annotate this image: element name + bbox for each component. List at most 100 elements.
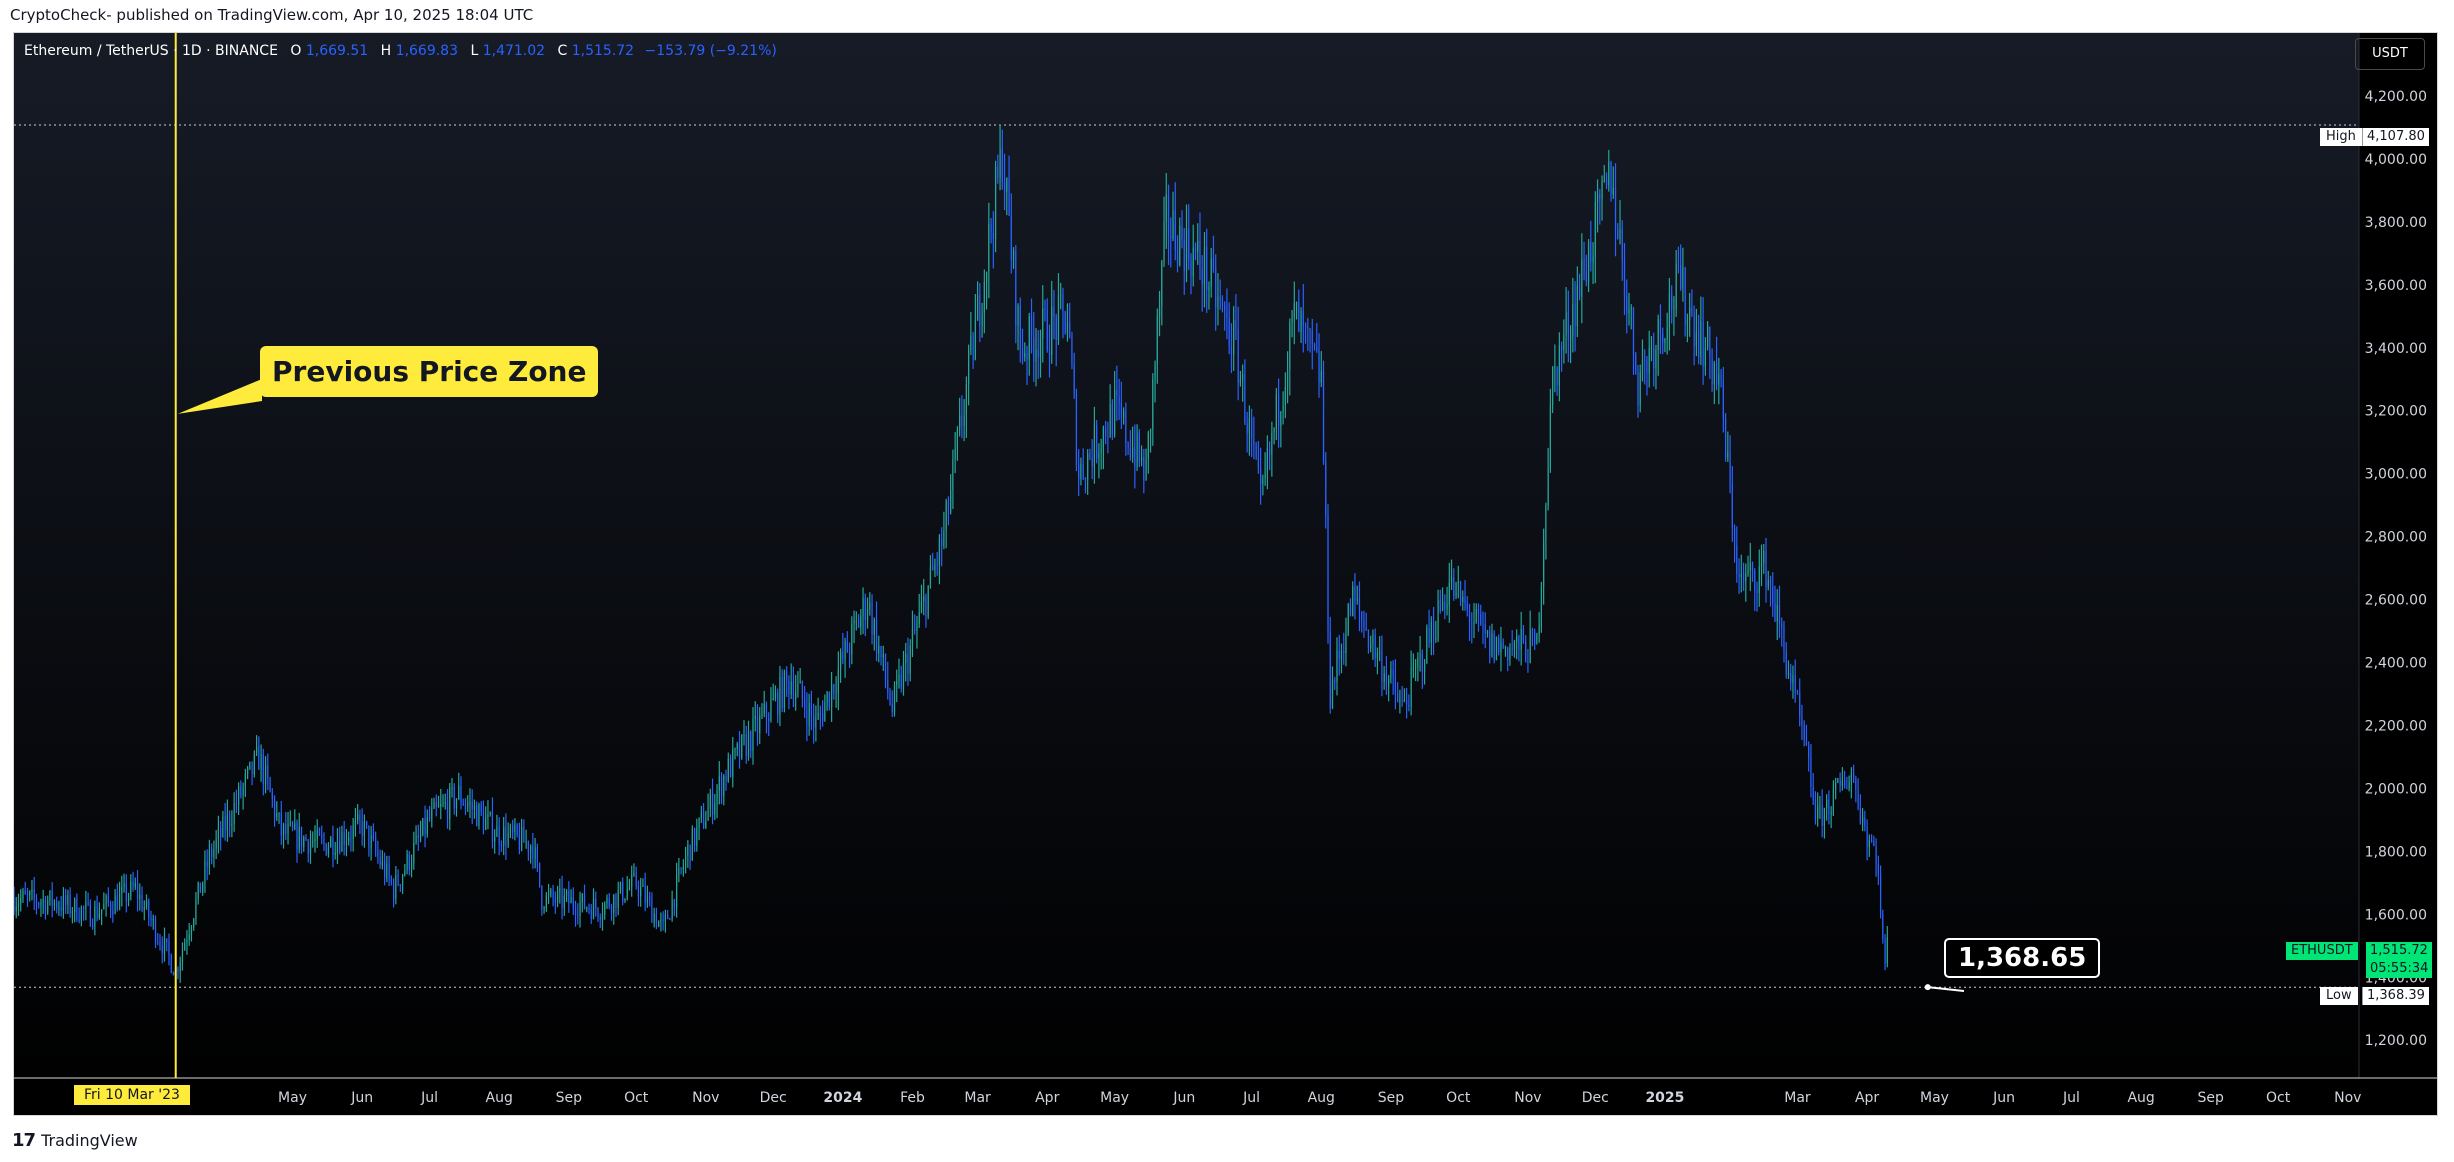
candle-body xyxy=(415,835,417,843)
candle-body xyxy=(1617,229,1619,239)
candle-body xyxy=(545,895,547,909)
candle-body xyxy=(159,941,161,946)
x-tick-label: Nov xyxy=(2334,1090,2361,1106)
candle-body xyxy=(570,897,572,904)
candle-body xyxy=(67,894,69,906)
candle-body xyxy=(1428,627,1430,643)
candle-body xyxy=(406,853,408,871)
candle-body xyxy=(1581,259,1583,297)
candle-body xyxy=(747,731,750,757)
candle-body xyxy=(1621,229,1623,261)
candle-body xyxy=(1441,601,1444,612)
candle-body xyxy=(628,887,631,889)
candle-body xyxy=(1466,603,1468,610)
candle-body xyxy=(1194,247,1197,253)
candle-body xyxy=(685,855,687,867)
chart-pane[interactable]: 1,200.00 1,400.00 1,600.00 1,800.00 2,000.00… xyxy=(13,32,2438,1116)
candle-body xyxy=(379,856,381,866)
candle-body xyxy=(1850,773,1852,783)
x-tick-label: Nov xyxy=(1514,1090,1541,1106)
candle-body xyxy=(1648,347,1650,374)
candle-body xyxy=(920,601,923,612)
x-tick-label: May xyxy=(1100,1090,1129,1106)
candle-body xyxy=(738,744,741,758)
open-label: O xyxy=(290,43,302,59)
candle-body xyxy=(20,898,22,904)
candle-body xyxy=(974,319,976,360)
candle-body xyxy=(853,620,855,624)
candle-body xyxy=(1601,180,1603,200)
candle-body xyxy=(1518,636,1520,650)
annotation-label[interactable]: Previous Price Zone xyxy=(260,346,599,397)
y-tick-label: 2,200.00 xyxy=(2365,718,2427,734)
candle-body xyxy=(1641,360,1644,373)
candle-body xyxy=(954,448,956,460)
candle-body xyxy=(489,812,491,814)
candle-body xyxy=(1300,311,1302,332)
candle-body xyxy=(676,874,678,908)
candle-body xyxy=(1367,630,1370,648)
candle-body xyxy=(709,792,711,808)
candle-body xyxy=(101,909,103,914)
y-tick-label: 3,800.00 xyxy=(2365,215,2427,231)
candle-body xyxy=(682,866,684,870)
candle-body xyxy=(1502,642,1504,648)
candle-body xyxy=(1170,236,1172,239)
candle-body xyxy=(1498,637,1500,653)
candle-body xyxy=(244,774,246,787)
candle-body xyxy=(646,896,649,903)
candle-body xyxy=(1286,369,1289,388)
candle-body xyxy=(312,841,314,843)
candle-body xyxy=(289,823,291,825)
tradingview-logo-icon: 17 xyxy=(12,1130,36,1151)
candle-body xyxy=(1491,633,1493,656)
candle-body xyxy=(1228,317,1230,346)
currency-button[interactable]: USDT xyxy=(2355,38,2425,70)
candle-body xyxy=(857,620,860,628)
candle-body xyxy=(1100,448,1102,453)
candle-body xyxy=(943,530,945,547)
candle-body xyxy=(1511,647,1513,649)
candle-body xyxy=(534,847,536,859)
candle-body xyxy=(896,680,898,685)
candle-body xyxy=(792,681,795,700)
low-value: 1,471.02 xyxy=(482,43,546,59)
candle-body xyxy=(496,826,498,837)
candle-body xyxy=(1437,600,1439,639)
candle-body xyxy=(1352,586,1354,617)
candle-body xyxy=(29,891,31,895)
candle-body xyxy=(1765,550,1767,588)
candle-body xyxy=(1024,353,1026,358)
candle-body xyxy=(523,826,525,843)
footer[interactable]: 17 TradingView xyxy=(12,1130,138,1151)
candle-body xyxy=(1028,315,1030,360)
candle-body xyxy=(1740,574,1742,578)
candle-body xyxy=(419,834,422,838)
candle-body xyxy=(1012,250,1015,260)
candle-body xyxy=(1509,647,1511,661)
candle-body xyxy=(970,335,972,351)
candle-body xyxy=(1183,239,1185,272)
candle-body xyxy=(815,718,817,728)
high-value: 1,669.83 xyxy=(395,43,458,59)
candle-body xyxy=(314,839,316,842)
candle-body xyxy=(936,564,938,566)
candle-body xyxy=(487,813,489,818)
candle-body xyxy=(1356,599,1358,601)
candle-body xyxy=(449,787,451,820)
candle-body xyxy=(1199,240,1201,270)
candle-body xyxy=(1313,343,1316,347)
x-tick-label: Apr xyxy=(1035,1090,1059,1106)
candle-body xyxy=(950,490,952,513)
price-callout[interactable]: 1,368.65 xyxy=(1944,938,2101,978)
candle-body xyxy=(458,785,460,799)
candle-body xyxy=(1653,347,1655,369)
candle-body xyxy=(1632,308,1635,355)
candle-body xyxy=(1783,627,1785,651)
candle-body xyxy=(1309,328,1311,332)
candle-body xyxy=(1073,364,1075,395)
candle-body xyxy=(485,817,487,830)
candle-body xyxy=(150,917,152,921)
candle-body xyxy=(658,921,660,927)
candle-body xyxy=(1244,374,1246,423)
